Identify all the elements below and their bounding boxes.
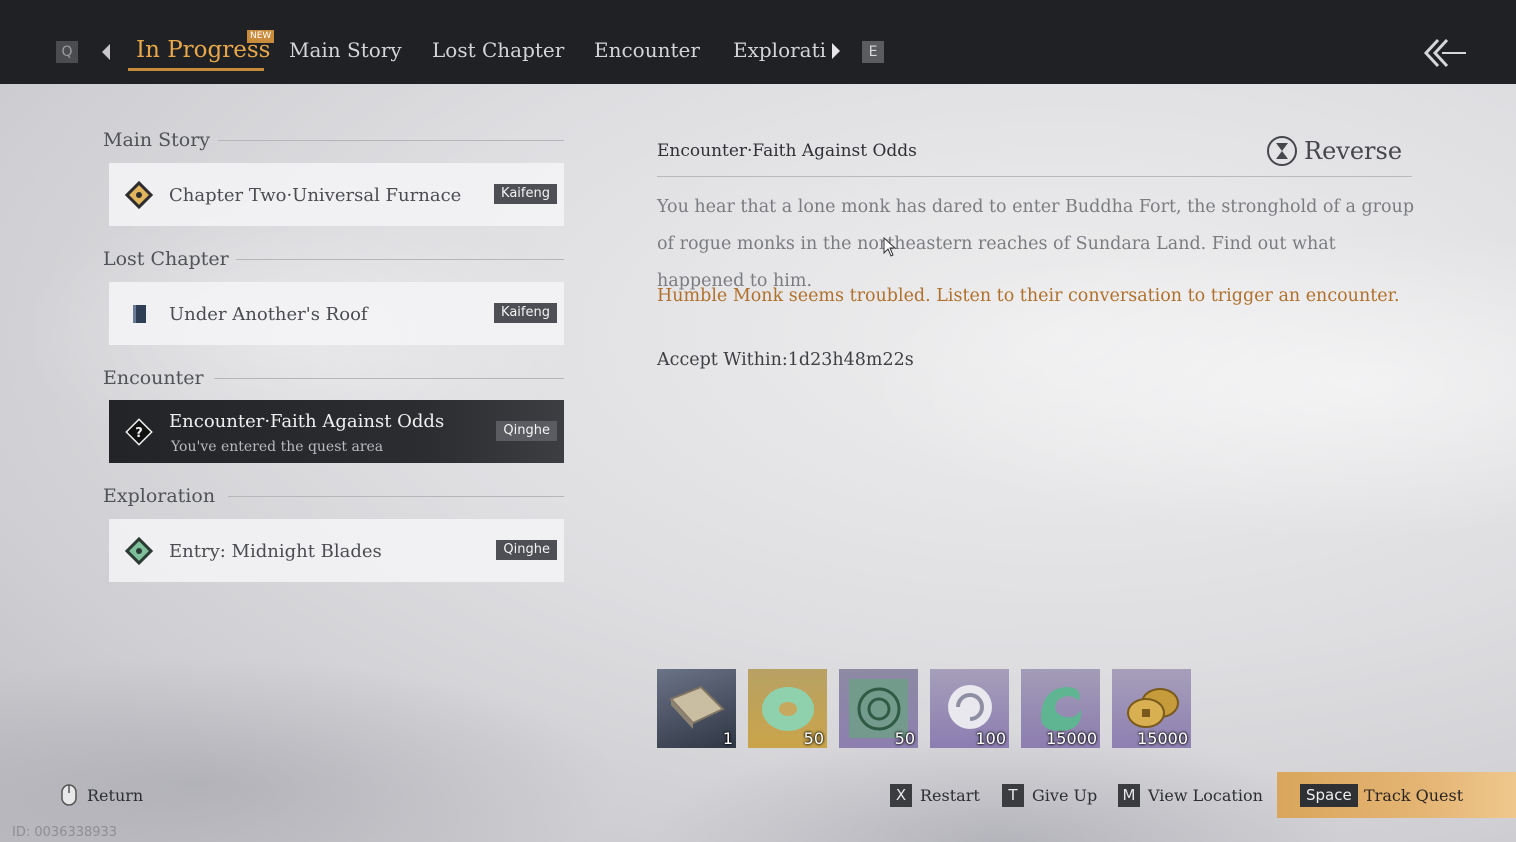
location-badge: Kaifeng <box>494 184 557 204</box>
next-arrow-icon[interactable] <box>832 43 840 59</box>
quest-hint: Humble Monk seems troubled. Listen to th… <box>657 286 1400 306</box>
location-badge: Qinghe <box>496 421 557 441</box>
reward-slot[interactable]: 1 <box>657 669 736 748</box>
quest-title: Chapter Two·Universal Furnace <box>169 185 462 206</box>
exploration-icon <box>124 536 154 566</box>
reward-slot[interactable]: 15000 <box>1021 669 1100 748</box>
location-badge: Kaifeng <box>494 303 557 323</box>
section-divider <box>214 378 564 379</box>
quest-card-encounter-selected[interactable]: ? Encounter·Faith Against Odds You've en… <box>109 400 564 463</box>
track-quest-label: Track Quest <box>1364 786 1464 805</box>
hourglass-icon <box>1267 136 1297 166</box>
location-badge: Qinghe <box>496 540 557 560</box>
section-divider <box>228 496 564 497</box>
new-badge: NEW <box>247 30 275 43</box>
give-up-button[interactable]: Give Up <box>1032 786 1097 805</box>
next-tab-key[interactable]: E <box>862 41 884 63</box>
tab-main-story[interactable]: Main Story <box>289 38 402 62</box>
main-story-icon <box>124 180 154 210</box>
tab-exploration[interactable]: Explorati <box>733 38 826 62</box>
quest-card-exploration[interactable]: Entry: Midnight Blades Qinghe <box>109 519 564 582</box>
section-divider <box>236 259 564 260</box>
reward-count: 15000 <box>1046 729 1097 748</box>
reward-count: 50 <box>894 729 915 748</box>
prev-tab-key[interactable]: Q <box>56 41 78 63</box>
mouse-cursor-icon <box>883 237 897 257</box>
reward-slot[interactable]: 50 <box>839 669 918 748</box>
quest-description: You hear that a lone monk has dared to e… <box>657 197 1415 291</box>
detail-title: Encounter·Faith Against Odds <box>657 141 917 161</box>
tab-encounter[interactable]: Encounter <box>594 38 700 62</box>
tab-lost-chapter[interactable]: Lost Chapter <box>432 38 564 62</box>
quest-title: Encounter·Faith Against Odds <box>169 411 445 432</box>
quest-card-lost-chapter[interactable]: Under Another's Roof Kaifeng <box>109 282 564 345</box>
reward-slot[interactable]: 100 <box>930 669 1009 748</box>
section-heading-lost-chapter: Lost Chapter <box>103 248 229 270</box>
view-location-key[interactable]: M <box>1118 784 1140 807</box>
section-heading-exploration: Exploration <box>103 485 216 507</box>
active-tab-underline <box>128 68 264 71</box>
section-divider <box>218 140 564 141</box>
top-tab-bar: Q In Progress NEW Main Story Lost Chapte… <box>0 0 1516 84</box>
reward-count: 50 <box>803 729 824 748</box>
section-heading-encounter: Encounter <box>103 367 204 389</box>
question-diamond-icon: ? <box>125 418 153 446</box>
give-up-key[interactable]: T <box>1002 784 1024 807</box>
track-quest-button[interactable]: Space Track Quest <box>1277 772 1516 818</box>
reward-count: 100 <box>975 729 1006 748</box>
quest-card-main-story[interactable]: Chapter Two·Universal Furnace Kaifeng <box>109 163 564 226</box>
player-id: ID: 0036338933 <box>12 825 118 840</box>
quest-subtitle: You've entered the quest area <box>171 439 384 455</box>
detail-divider <box>657 176 1412 177</box>
view-location-button[interactable]: View Location <box>1148 786 1263 805</box>
return-button[interactable]: Return <box>87 786 143 805</box>
quest-title: Entry: Midnight Blades <box>169 541 382 562</box>
accept-timer: Accept Within:1d23h48m22s <box>657 350 914 370</box>
section-heading-main-story: Main Story <box>103 129 211 151</box>
quest-title: Under Another's Roof <box>169 304 368 325</box>
mouse-icon <box>61 784 77 806</box>
reward-count: 15000 <box>1137 729 1188 748</box>
back-arrow-icon[interactable] <box>1420 36 1468 70</box>
book-icon <box>133 305 146 323</box>
prev-arrow-icon[interactable] <box>102 44 110 60</box>
svg-text:?: ? <box>135 426 143 441</box>
space-key: Space <box>1300 784 1358 807</box>
reverse-label: Reverse <box>1304 137 1403 165</box>
reward-count: 1 <box>722 729 733 748</box>
reward-slot[interactable]: 15000 <box>1112 669 1191 748</box>
reward-slot[interactable]: 50 <box>748 669 827 748</box>
restart-button[interactable]: Restart <box>920 786 980 805</box>
restart-key[interactable]: X <box>890 784 912 807</box>
